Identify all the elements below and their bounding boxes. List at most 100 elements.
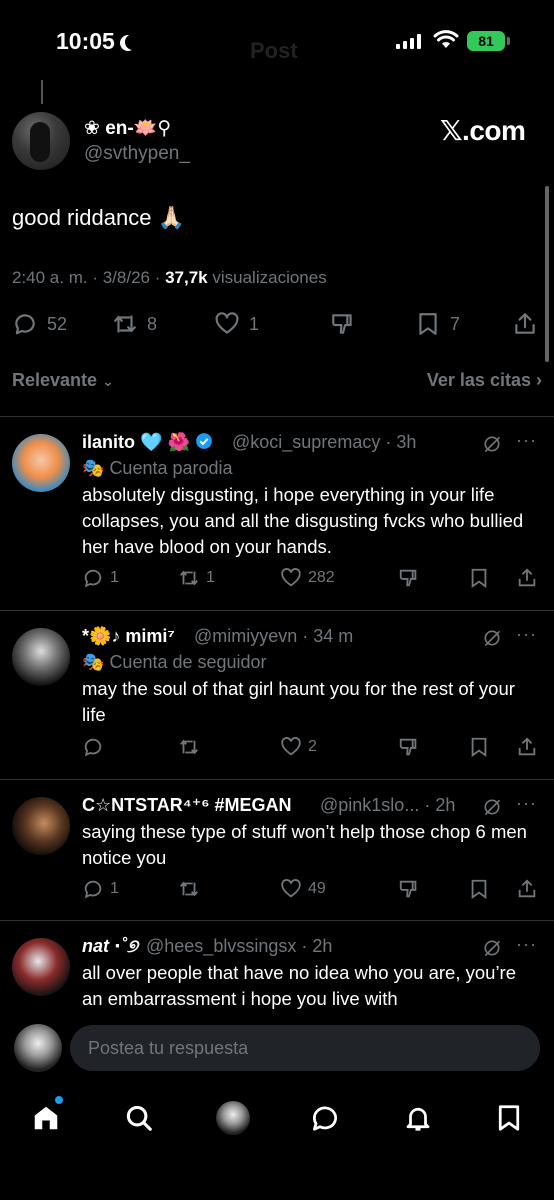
nav-chat[interactable]	[305, 1098, 345, 1138]
nav-home[interactable]	[26, 1098, 66, 1138]
reply-name[interactable]: ilanito 🩵 🌺	[82, 432, 213, 453]
repost-icon	[180, 570, 198, 586]
chevron-right-icon: ›	[536, 370, 542, 390]
profile-avatar	[216, 1101, 250, 1135]
more-icon[interactable]: ···	[516, 624, 537, 645]
dislike-button[interactable]	[398, 878, 420, 900]
dislike-icon	[399, 738, 417, 756]
header-title: Post	[250, 38, 298, 63]
verified-icon	[196, 433, 212, 449]
account-label: 🎭 Cuenta parodia	[82, 458, 233, 478]
reply-avatar[interactable]	[12, 797, 70, 855]
bookmark-icon	[498, 1105, 520, 1131]
bookmark-button[interactable]	[468, 567, 490, 589]
reply-avatar[interactable]	[12, 628, 70, 686]
dislike-button[interactable]	[330, 311, 356, 337]
like-button[interactable]: 2	[280, 736, 317, 758]
share-button[interactable]	[516, 878, 538, 900]
like-button[interactable]: 49	[280, 878, 326, 900]
author-name[interactable]: ❀ en-🪷⚲	[84, 116, 171, 140]
reply-handle[interactable]: @pink1slo... · 2h	[320, 795, 455, 816]
wifi-icon	[433, 30, 459, 48]
reply-button[interactable]: 52	[12, 311, 67, 337]
author-avatar[interactable]	[12, 112, 70, 170]
scrollbar[interactable]	[545, 186, 549, 362]
like-icon	[215, 312, 239, 334]
bookmark-button[interactable]	[468, 878, 490, 900]
divider	[0, 920, 554, 921]
reply-actions: 1 49	[82, 878, 536, 902]
repost-icon	[180, 881, 198, 897]
bookmark-button[interactable]	[468, 736, 490, 758]
divider	[0, 610, 554, 611]
reply-button[interactable]: 1	[82, 567, 119, 589]
author-handle[interactable]: @svthypen_	[84, 143, 190, 165]
post-meta: 2:40 a. m. · 3/8/26 · 37,7k visualizacio…	[12, 268, 327, 287]
reply-actions: 1 1 282	[82, 567, 536, 591]
reply-icon	[84, 880, 102, 899]
more-icon[interactable]: ···	[516, 934, 537, 955]
divider	[0, 416, 554, 417]
reply-actions: 2	[82, 736, 536, 760]
reply-name[interactable]: nat ⋅˚୭	[82, 936, 138, 957]
grok-icon[interactable]	[482, 628, 502, 648]
my-avatar[interactable]	[14, 1024, 62, 1072]
mask-icon: 🎭	[82, 458, 105, 478]
dislike-icon	[332, 314, 352, 334]
dislike-button[interactable]	[398, 567, 420, 589]
signal-icon	[396, 33, 426, 49]
chevron-down-icon: ⌄	[102, 373, 114, 389]
reply-button[interactable]	[82, 736, 110, 758]
reply-name[interactable]: C☆NTSTAR⁴⁺⁶ #MEGAN	[82, 795, 292, 816]
thread-line	[41, 80, 43, 104]
nav-notifications[interactable]	[398, 1098, 438, 1138]
dislike-button[interactable]	[398, 736, 420, 758]
more-icon[interactable]: ···	[516, 793, 537, 814]
reply-button[interactable]: 1	[82, 878, 119, 900]
reply-handle[interactable]: @mimiyyevn · 34 m	[194, 626, 353, 647]
bookmark-button[interactable]: 7	[415, 311, 460, 337]
battery-icon: 81	[467, 31, 505, 51]
reply-name[interactable]: *🌼♪ mimi⁷	[82, 626, 175, 647]
reply-icon	[84, 738, 102, 757]
search-icon	[126, 1105, 152, 1131]
more-icon[interactable]: ···	[516, 430, 537, 451]
status-time: 10:05	[56, 28, 141, 55]
bookmark-icon	[419, 313, 437, 335]
chat-icon	[312, 1106, 337, 1131]
xcom-watermark: 𝕏.com	[440, 115, 526, 146]
repost-button[interactable]	[178, 736, 206, 758]
grok-icon[interactable]	[482, 797, 502, 817]
grok-icon[interactable]	[482, 434, 502, 454]
repost-button[interactable]	[178, 878, 206, 900]
like-button[interactable]: 1	[214, 311, 259, 337]
repost-count: 8	[147, 313, 158, 334]
repost-button[interactable]: 1	[178, 567, 215, 589]
repost-button[interactable]: 8	[112, 311, 157, 337]
sort-relevant-dropdown[interactable]: Relevante ⌄	[12, 370, 114, 390]
nav-bookmarks[interactable]	[489, 1098, 529, 1138]
reply-handle[interactable]: @koci_supremacy · 3h	[232, 432, 416, 453]
reply-avatar[interactable]	[12, 434, 70, 492]
repost-icon	[114, 315, 136, 333]
share-icon	[518, 737, 536, 756]
notification-dot	[55, 1096, 63, 1104]
share-icon	[518, 879, 536, 898]
bookmark-icon	[471, 879, 487, 900]
see-quotes-link[interactable]: Ver las citas ›	[427, 370, 542, 391]
post-actions: 52 8 1 7	[12, 311, 542, 345]
nav-profile[interactable]	[213, 1098, 253, 1138]
reply-handle[interactable]: @hees_blvssingsx · 2h	[146, 936, 332, 957]
dislike-icon	[399, 569, 417, 587]
reply-count: 52	[47, 313, 68, 334]
dislike-icon	[399, 880, 417, 898]
like-button[interactable]: 282	[280, 567, 335, 589]
bookmark-icon	[471, 568, 487, 589]
share-button[interactable]	[516, 736, 538, 758]
nav-search[interactable]	[119, 1098, 159, 1138]
share-button[interactable]	[512, 311, 538, 337]
reply-avatar[interactable]	[12, 938, 70, 996]
grok-icon[interactable]	[482, 938, 502, 958]
share-button[interactable]	[516, 567, 538, 589]
like-icon	[281, 737, 301, 756]
